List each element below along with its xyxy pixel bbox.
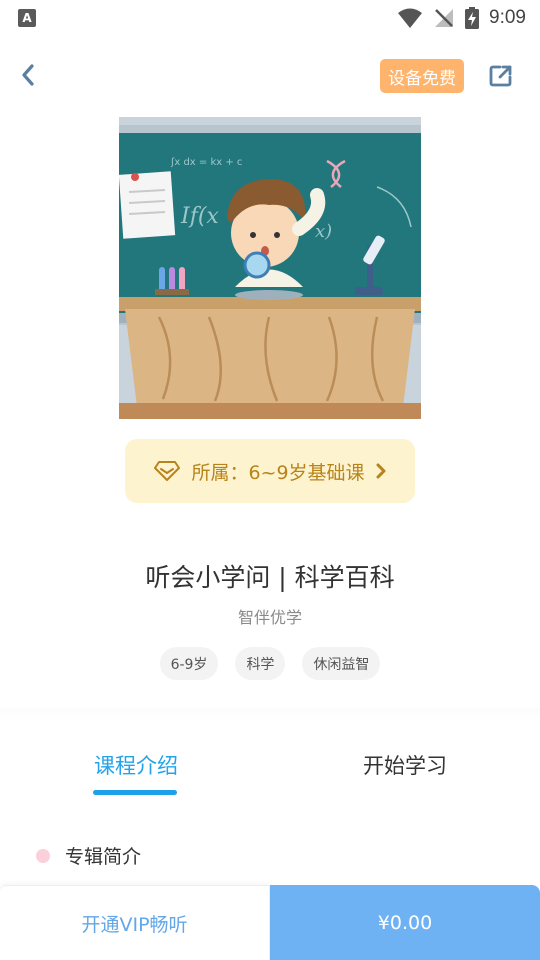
status-bar: A 9:09	[0, 0, 540, 36]
chevron-right-icon	[376, 463, 386, 479]
board-formula-2: If(x	[180, 204, 219, 229]
diamond-icon	[154, 461, 181, 481]
status-icons: 9:09	[397, 7, 526, 29]
scientist-boy-illustration: ʃx dx = kx + c If(x x)	[119, 117, 421, 419]
tag-list: 6-9岁 科学 休闲益智	[0, 647, 540, 680]
share-button[interactable]	[486, 61, 516, 91]
tab-start-learning[interactable]: 开始学习	[363, 750, 447, 780]
category-link[interactable]: 所属：6~9岁基础课	[125, 439, 415, 503]
battery-charging-icon	[465, 7, 480, 29]
app-notification-icon: A	[18, 9, 36, 27]
share-icon	[489, 65, 512, 87]
tag-age[interactable]: 6-9岁	[159, 647, 219, 680]
board-formula-3: x)	[315, 221, 332, 242]
tab-course-intro[interactable]: 课程介绍	[94, 750, 178, 780]
publisher-name: 智伴优学	[237, 608, 302, 627]
wifi-icon	[398, 8, 423, 28]
open-vip-button[interactable]: 开通VIP畅听	[0, 885, 270, 960]
tag-casual-puzzle[interactable]: 休闲益智	[302, 647, 381, 680]
back-button[interactable]	[14, 60, 42, 90]
buy-price-button[interactable]: ¥0.00	[270, 885, 540, 960]
section-title: 专辑简介	[65, 846, 142, 868]
bullet-dot-icon	[36, 848, 50, 863]
device-free-badge[interactable]: 设备免费	[380, 59, 464, 93]
header: 设备免费	[0, 48, 540, 104]
tag-science[interactable]: 科学	[235, 647, 286, 680]
tab-bar: 课程介绍 开始学习	[0, 740, 540, 800]
no-signal-icon	[435, 9, 454, 27]
chevron-left-icon	[22, 64, 34, 86]
album-title: 听会小学问 | 科学百科	[145, 563, 395, 592]
board-formula: ʃx dx = kx + c	[170, 157, 242, 168]
section-divider	[0, 708, 540, 720]
album-cover-image: ʃx dx = kx + c If(x x)	[119, 117, 421, 419]
bottom-action-bar: 开通VIP畅听 ¥0.00	[0, 885, 540, 960]
category-label: 所属：6~9岁基础课	[191, 461, 365, 484]
album-intro-section: 专辑简介	[36, 842, 141, 869]
clock: 9:09	[489, 7, 526, 28]
active-tab-indicator	[93, 790, 177, 795]
